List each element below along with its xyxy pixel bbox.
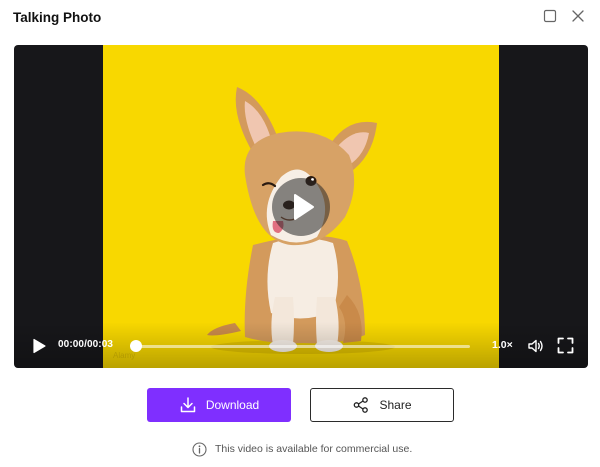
download-label: Download xyxy=(205,398,260,412)
maximize-icon[interactable] xyxy=(542,8,558,24)
notice-text: This video is available for commercial u… xyxy=(215,443,413,455)
share-icon xyxy=(354,397,369,413)
share-button[interactable]: Share xyxy=(310,388,454,422)
seek-bar[interactable] xyxy=(134,345,470,348)
close-icon[interactable] xyxy=(570,8,586,24)
info-icon xyxy=(192,441,207,457)
player-controls: 00:00/00:03 1.0× xyxy=(14,322,588,368)
fullscreen-icon[interactable] xyxy=(557,337,574,354)
playback-speed[interactable]: 1.0× xyxy=(492,339,513,351)
play-icon[interactable] xyxy=(31,338,47,354)
commercial-use-notice: This video is available for commercial u… xyxy=(192,441,412,457)
center-play-button[interactable] xyxy=(272,178,330,236)
talking-photo-dialog: Talking Photo 00:00/00:03 1.0× Download … xyxy=(0,0,600,467)
dialog-title: Talking Photo xyxy=(13,10,102,25)
download-button[interactable]: Download xyxy=(147,388,291,422)
video-player[interactable]: Alamy 00:00/00:03 1.0× xyxy=(14,45,588,368)
play-icon xyxy=(294,194,314,220)
volume-icon[interactable] xyxy=(527,337,545,355)
time-display: 00:00/00:03 xyxy=(58,339,114,350)
download-icon xyxy=(180,397,196,413)
share-label: Share xyxy=(379,398,412,412)
seek-handle[interactable] xyxy=(130,340,142,352)
